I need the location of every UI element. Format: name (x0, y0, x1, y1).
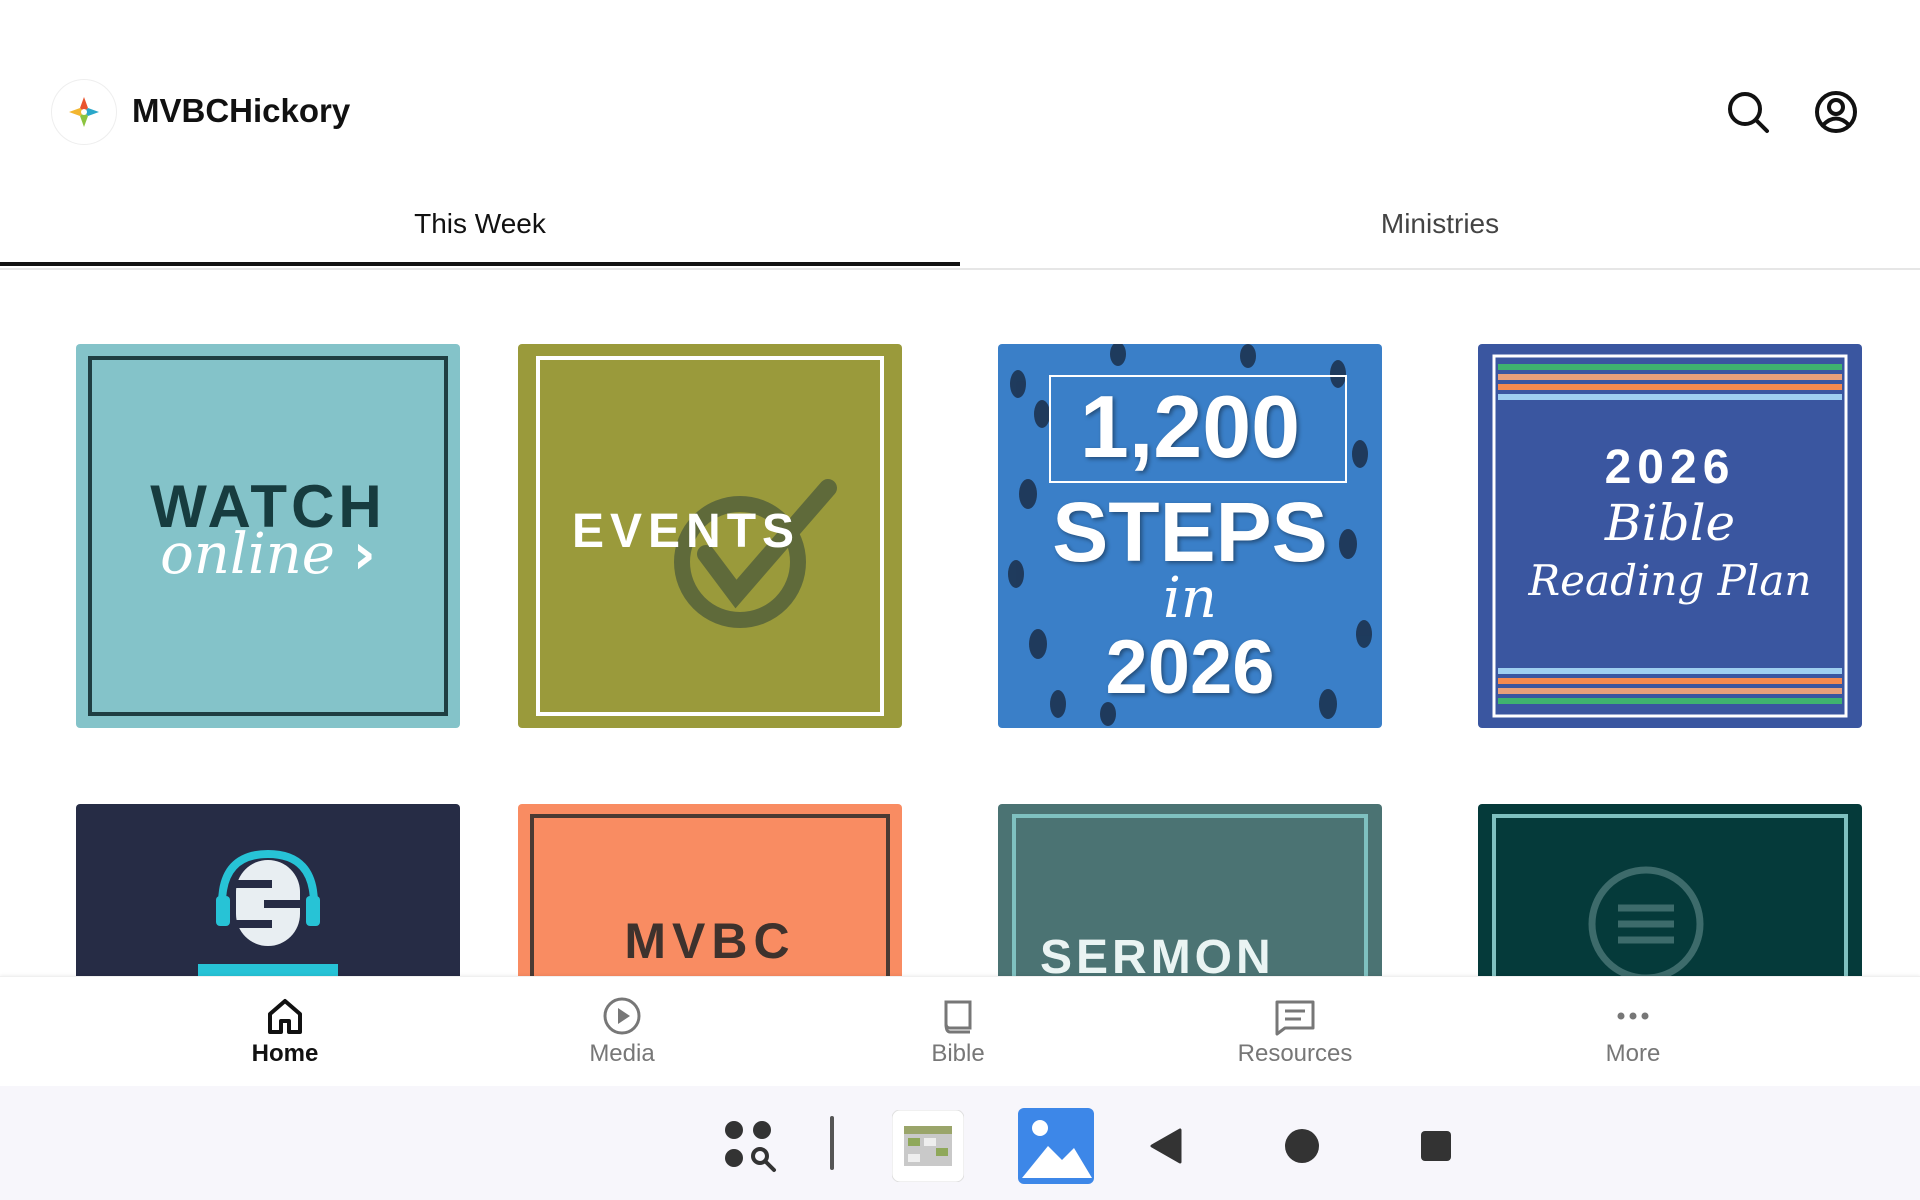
active-tab-indicator (0, 262, 960, 266)
tile-mvbc-text: MVBC (624, 913, 796, 969)
app-header: MVBCHickory (0, 0, 1920, 180)
taskbar-divider (830, 1116, 834, 1170)
gallery-app-icon[interactable] (1018, 1108, 1094, 1184)
tile-bible-reading-plan[interactable]: 2026 Bible Reading Plan (1478, 344, 1862, 728)
chevron-right-icon: › (352, 522, 376, 587)
nav-bible[interactable]: Bible (858, 977, 1058, 1087)
tile-steps-2026[interactable]: 1,200 STEPS in 2026 (998, 344, 1382, 728)
tile-events-text: EVENTS (572, 505, 801, 558)
home-icon (268, 999, 302, 1034)
more-dots-icon (1617, 1012, 1649, 1020)
nav-home[interactable]: Home (185, 977, 385, 1087)
tile-steps-in: in (1163, 566, 1217, 631)
tab-this-week[interactable]: This Week (0, 180, 960, 268)
bottom-navigation: Home Media Bible Resources More (0, 976, 1920, 1087)
tile-sermon-text: SERMON (1040, 931, 1275, 976)
nav-resources-label: Resources (1237, 1040, 1353, 1067)
tile-sermon[interactable]: SERMON (998, 804, 1382, 976)
nav-bible-label: Bible (931, 1040, 985, 1067)
tile-plan-year: 2026 (1604, 441, 1736, 494)
podcast-microphone-icon (198, 849, 338, 976)
nav-more-label: More (1605, 1040, 1661, 1067)
nav-media-label: Media (589, 1040, 655, 1067)
tile-events[interactable]: EVENTS (518, 344, 902, 728)
nav-resources[interactable]: Resources (1195, 977, 1395, 1087)
church-cross-logo-icon[interactable] (52, 80, 116, 144)
account-circle-icon[interactable] (1812, 88, 1860, 136)
content-grid: WATCH online › EVENTS 1,200 STEPS in 202… (0, 270, 1920, 976)
tile-plan-reading: Reading Plan (1528, 556, 1812, 605)
tab-bar: This Week Ministries (0, 180, 1920, 270)
app-title: MVBCHickory (132, 92, 351, 129)
tile-plan-bible: Bible (1604, 494, 1736, 552)
message-box-icon (1275, 1000, 1315, 1036)
recents-square-icon[interactable] (1398, 1108, 1474, 1184)
tile-watch-online[interactable]: WATCH online › (76, 344, 460, 728)
chat-bubble-icon (1588, 866, 1704, 976)
search-icon[interactable] (1724, 88, 1772, 136)
tile-mvbc[interactable]: MVBC (518, 804, 902, 976)
book-icon (944, 1000, 972, 1034)
home-circle-icon[interactable] (1264, 1108, 1340, 1184)
tile-podcast[interactable] (76, 804, 460, 976)
play-circle-icon (603, 997, 641, 1035)
back-icon[interactable] (1128, 1108, 1204, 1184)
tile-online-text: online › (160, 522, 376, 587)
system-navigation-bar (0, 1086, 1920, 1200)
nav-home-label: Home (251, 1040, 319, 1067)
tab-ministries[interactable]: Ministries (960, 180, 1920, 268)
app-drawer-search-icon[interactable] (712, 1108, 788, 1184)
nav-more[interactable]: More (1533, 977, 1733, 1087)
tile-communication[interactable] (1478, 804, 1862, 976)
nav-media[interactable]: Media (522, 977, 722, 1087)
tile-steps-year: 2026 (1105, 625, 1275, 710)
calendar-app-icon[interactable] (890, 1108, 966, 1184)
tile-steps-number: 1,200 (1079, 377, 1301, 476)
